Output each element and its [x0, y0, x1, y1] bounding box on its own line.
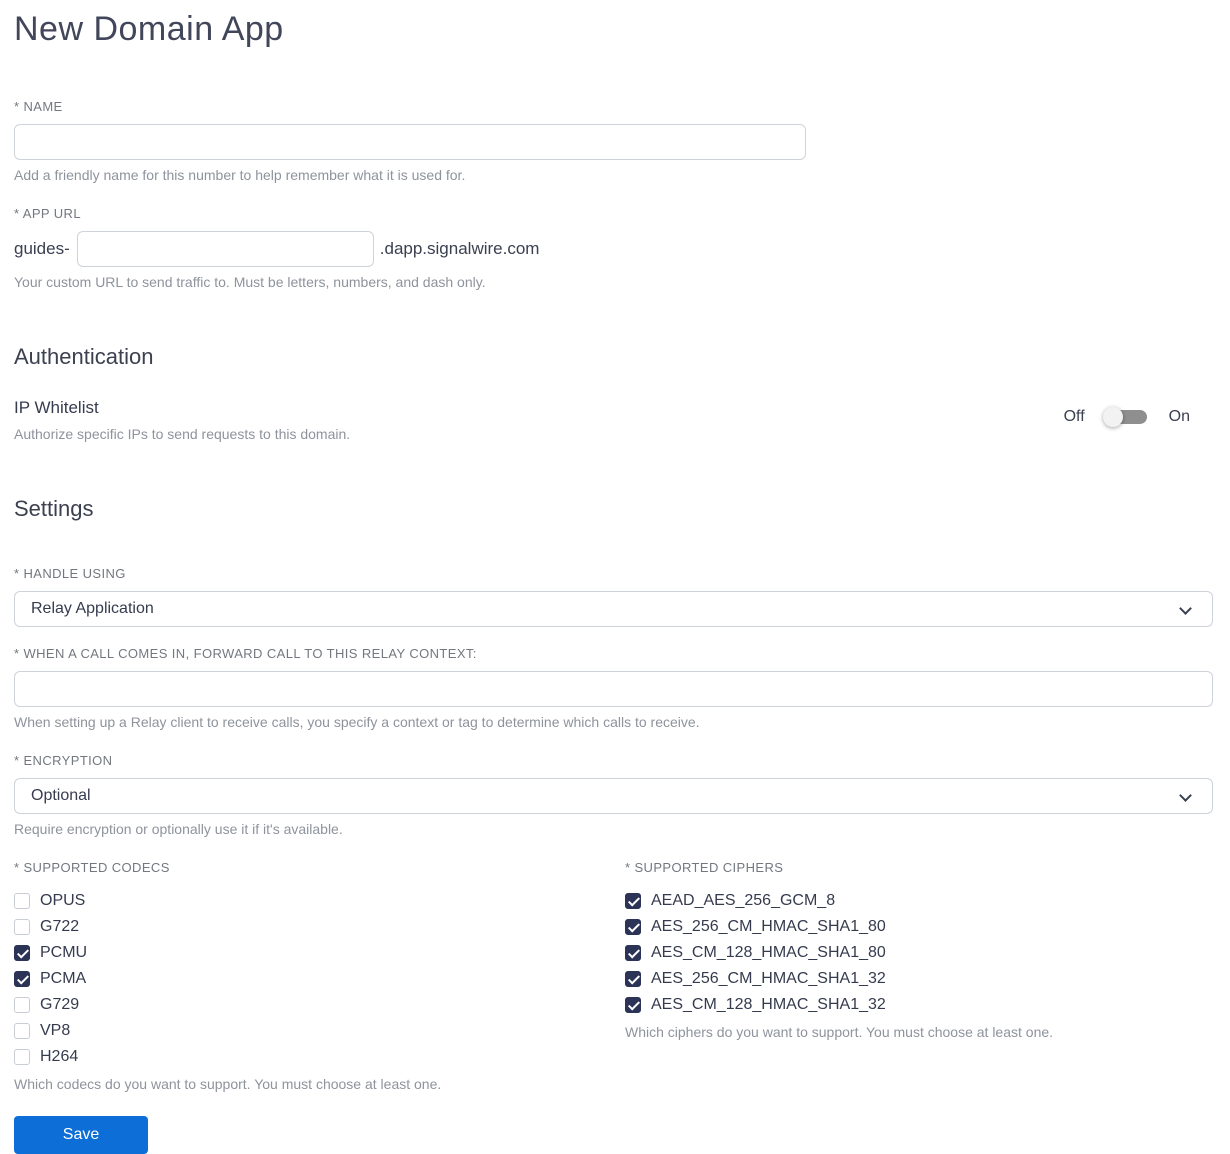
cipher-option-label: AEAD_AES_256_GCM_8 — [651, 892, 836, 909]
codec-checkbox[interactable] — [14, 945, 30, 961]
handle-using-group: * HANDLE USING Relay Application — [14, 566, 1213, 627]
relay-context-input[interactable] — [14, 671, 1213, 707]
cipher-list: AEAD_AES_256_GCM_8 AES_256_CM_HMAC_SHA1_… — [625, 888, 1213, 1018]
codec-checkbox[interactable] — [14, 1023, 30, 1039]
codec-checkbox[interactable] — [14, 1049, 30, 1065]
codec-option-label: H264 — [40, 1048, 79, 1065]
chevron-down-icon — [1179, 789, 1192, 802]
ip-whitelist-helper: Authorize specific IPs to send requests … — [14, 426, 351, 442]
codec-option-label: G729 — [40, 996, 80, 1013]
cipher-checkbox[interactable] — [625, 893, 641, 909]
encryption-value: Optional — [31, 787, 91, 804]
cipher-checkbox[interactable] — [625, 945, 641, 961]
toggle-off-label: Off — [1063, 408, 1085, 425]
codec-option[interactable]: VP8 — [14, 1018, 625, 1044]
codec-list: OPUS G722 PCMU PCMA G729 VP8 H264 — [14, 888, 625, 1070]
ip-whitelist-row: IP Whitelist Authorize specific IPs to s… — [14, 398, 1213, 442]
relay-context-helper: When setting up a Relay client to receiv… — [14, 714, 700, 730]
cipher-option-label: AES_CM_128_HMAC_SHA1_32 — [651, 996, 886, 1013]
cipher-option-label: AES_CM_128_HMAC_SHA1_80 — [651, 944, 886, 961]
app-url-suffix: .dapp.signalwire.com — [379, 239, 540, 258]
codec-option-label: PCMA — [40, 970, 87, 987]
relay-context-group: * WHEN A CALL COMES IN, FORWARD CALL TO … — [14, 646, 1213, 730]
cipher-option-label: AES_256_CM_HMAC_SHA1_32 — [651, 970, 886, 987]
toggle-on-label: On — [1168, 408, 1190, 425]
codec-option[interactable]: OPUS — [14, 888, 625, 914]
cipher-option[interactable]: AES_CM_128_HMAC_SHA1_32 — [625, 992, 1213, 1018]
app-url-helper: Your custom URL to send traffic to. Must… — [14, 274, 486, 290]
cipher-checkbox[interactable] — [625, 919, 641, 935]
cipher-option[interactable]: AEAD_AES_256_GCM_8 — [625, 888, 1213, 914]
app-url-prefix: guides- — [14, 239, 70, 258]
codec-checkbox[interactable] — [14, 919, 30, 935]
cipher-option[interactable]: AES_256_CM_HMAC_SHA1_32 — [625, 966, 1213, 992]
authentication-heading: Authentication — [14, 344, 154, 369]
settings-heading: Settings — [14, 496, 94, 521]
name-label: * NAME — [14, 99, 63, 114]
supported-ciphers-label: * SUPPORTED CIPHERS — [625, 860, 784, 875]
cipher-checkbox[interactable] — [625, 997, 641, 1013]
handle-using-label: * HANDLE USING — [14, 566, 126, 581]
supported-ciphers-group: * SUPPORTED CIPHERS AEAD_AES_256_GCM_8 A… — [625, 860, 1213, 1092]
codec-option[interactable]: PCMU — [14, 940, 625, 966]
codec-option-label: VP8 — [40, 1022, 71, 1039]
codecs-helper: Which codecs do you want to support. You… — [14, 1076, 442, 1092]
ciphers-helper: Which ciphers do you want to support. Yo… — [625, 1024, 1054, 1040]
ip-whitelist-text: IP Whitelist Authorize specific IPs to s… — [14, 398, 350, 442]
toggle-knob-icon — [1102, 407, 1123, 427]
codec-option[interactable]: G722 — [14, 914, 625, 940]
cipher-option[interactable]: AES_CM_128_HMAC_SHA1_80 — [625, 940, 1213, 966]
cipher-checkbox[interactable] — [625, 971, 641, 987]
codec-checkbox[interactable] — [14, 997, 30, 1013]
codec-checkbox[interactable] — [14, 971, 30, 987]
codec-option[interactable]: H264 — [14, 1044, 625, 1070]
cipher-option[interactable]: AES_256_CM_HMAC_SHA1_80 — [625, 914, 1213, 940]
encryption-group: * ENCRYPTION Optional Require encryption… — [14, 753, 1213, 837]
relay-context-label: * WHEN A CALL COMES IN, FORWARD CALL TO … — [14, 646, 477, 661]
ip-whitelist-toggle-group: Off On — [1063, 407, 1213, 427]
codec-option-label: G722 — [40, 918, 80, 935]
encryption-label: * ENCRYPTION — [14, 753, 113, 768]
codec-option-label: PCMU — [40, 944, 88, 961]
codec-checkbox[interactable] — [14, 893, 30, 909]
codec-option[interactable]: G729 — [14, 992, 625, 1018]
save-button[interactable]: Save — [14, 1116, 148, 1154]
app-url-row: guides- .dapp.signalwire.com — [14, 231, 1213, 267]
ip-whitelist-label: IP Whitelist — [14, 398, 99, 417]
codec-option-label: OPUS — [40, 892, 86, 909]
name-helper: Add a friendly name for this number to h… — [14, 167, 466, 183]
handle-using-value: Relay Application — [31, 600, 154, 617]
supported-codecs-label: * SUPPORTED CODECS — [14, 860, 170, 875]
name-field-group: * NAME Add a friendly name for this numb… — [14, 99, 1213, 183]
supported-codecs-group: * SUPPORTED CODECS OPUS G722 PCMU PCMA G… — [14, 860, 625, 1092]
encryption-select[interactable]: Optional — [14, 778, 1213, 814]
codec-option[interactable]: PCMA — [14, 966, 625, 992]
page-title: New Domain App — [14, 10, 284, 48]
handle-using-select[interactable]: Relay Application — [14, 591, 1213, 627]
encryption-helper: Require encryption or optionally use it … — [14, 821, 343, 837]
app-url-field-group: * APP URL guides- .dapp.signalwire.com Y… — [14, 206, 1213, 290]
app-url-input[interactable] — [76, 231, 374, 267]
name-input[interactable] — [14, 124, 806, 160]
ip-whitelist-toggle[interactable] — [1102, 407, 1147, 427]
chevron-down-icon — [1179, 602, 1192, 615]
cipher-option-label: AES_256_CM_HMAC_SHA1_80 — [651, 918, 886, 935]
new-domain-app-form: New Domain App * NAME Add a friendly nam… — [0, 0, 1230, 1154]
app-url-label: * APP URL — [14, 206, 81, 221]
codec-cipher-columns: * SUPPORTED CODECS OPUS G722 PCMU PCMA G… — [14, 860, 1213, 1092]
